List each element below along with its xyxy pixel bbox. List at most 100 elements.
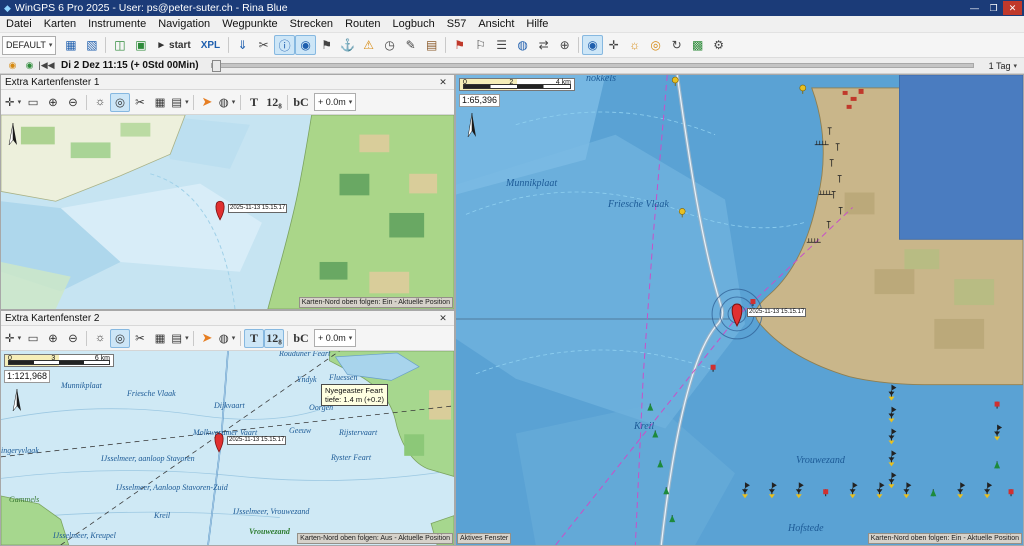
minimize-button[interactable]: — [965, 1, 984, 15]
layers-button[interactable]: ▤▾ [170, 329, 190, 348]
active-window-badge: Aktives Fenster [457, 533, 511, 544]
bulb-button[interactable]: ☼ [90, 93, 110, 112]
scale-ratio: 1:65,396 [459, 94, 500, 107]
north-up-button[interactable]: ➤ [197, 329, 217, 348]
globe-button[interactable]: ◍▾ [217, 329, 237, 348]
panel1-title: Extra Kartenfenster 1 [5, 77, 100, 88]
rotate-chart[interactable]: ↻ [666, 35, 687, 55]
menu-item[interactable]: Strecken [284, 16, 339, 32]
close-icon[interactable]: ✕ [436, 313, 450, 324]
sim-clock[interactable]: ◉ [4, 59, 21, 72]
route-button[interactable]: ✂ [130, 93, 150, 112]
profile-label: DEFAULT [6, 40, 46, 50]
warning-areas[interactable]: ⚠ [358, 35, 379, 55]
text-labels-toggle[interactable]: T [244, 329, 264, 348]
grib-layer[interactable]: ▩ [687, 35, 708, 55]
time-bar: ◉◉|◀◀ Di 2 Dez 11:15 (+ 0Std 00Min) 1 Ta… [0, 58, 1024, 74]
window-titlebar[interactable]: ◆ WinGPS 6 Pro 2025 - User: ps@peter-sut… [0, 0, 1024, 16]
chart-overview[interactable]: ▧ [81, 35, 102, 55]
close-icon[interactable]: ✕ [436, 77, 450, 88]
menu-item[interactable]: Instrumente [82, 16, 152, 32]
zoom-out-button[interactable]: ⊖ [63, 329, 83, 348]
menu-item[interactable]: Navigation [152, 16, 216, 32]
window-title: WinGPS 6 Pro 2025 - User: ps@peter-suter… [15, 2, 288, 14]
bulb-button[interactable]: ☼ [90, 329, 110, 348]
follow-ship[interactable]: ◉ [295, 35, 316, 55]
time-range-dropdown[interactable]: 1 Tag ▾ [986, 61, 1020, 71]
close-button[interactable]: ✕ [1003, 1, 1022, 15]
follow-gps-button[interactable]: ◎ [110, 329, 130, 348]
follow-gps-button[interactable]: ◎ [110, 93, 130, 112]
document-list[interactable]: ☰ [491, 35, 512, 55]
water-level-dropdown[interactable]: + 0.0m ▾ [314, 329, 356, 347]
main-chart-window[interactable]: nokkels Munnikplaat Friesche Vlaak Kreil… [455, 74, 1024, 546]
info-cursor[interactable]: ⓘ [274, 35, 295, 55]
panel1-chart-canvas[interactable]: 2025-11-13 15.15.17 Karten-Nord oben fol… [1, 115, 454, 309]
menu-item[interactable]: Hilfe [520, 16, 554, 32]
depth-numbers-toggle[interactable]: 12₈ [264, 329, 284, 348]
time-slider[interactable] [211, 63, 974, 68]
day-night[interactable]: ☼ [624, 35, 645, 55]
swap-view[interactable]: ⇄ [533, 35, 554, 55]
zoom-area-button[interactable]: ▭ [23, 329, 43, 348]
waypoint-flag[interactable]: ⚑ [316, 35, 337, 55]
pan-tool[interactable]: ✛ [603, 35, 624, 55]
menu-item[interactable]: Logbuch [387, 16, 441, 32]
layers-button[interactable]: ▤▾ [170, 93, 190, 112]
zoom-area-button[interactable]: ▭ [23, 93, 43, 112]
chart-collection[interactable]: ▦ [60, 35, 81, 55]
menu-item[interactable]: S57 [441, 16, 473, 32]
panel2-titlebar[interactable]: Extra Kartenfenster 2 ✕ [1, 311, 454, 326]
notes-pencil[interactable]: ✎ [400, 35, 421, 55]
grid-button[interactable]: ▦ [150, 329, 170, 348]
gps-target[interactable]: ◎ [645, 35, 666, 55]
gps-clock[interactable]: ◉ [21, 59, 38, 72]
zoom-out-button[interactable]: ⊖ [63, 93, 83, 112]
depth-numbers-toggle[interactable]: 12₈ [264, 93, 284, 112]
download-charts[interactable]: ⇓ [232, 35, 253, 55]
main-toolbar: DEFAULT ▾ ▦▧◫▣► startXPL⇓✂ⓘ◉⚑⚓⚠◷✎▤⚑⚐☰◍⇄⊕… [0, 33, 1024, 58]
boat-position-label: 2025-11-13 15.15.17 [228, 204, 287, 213]
water-level-dropdown[interactable]: + 0.0m ▾ [314, 93, 356, 111]
menu-item[interactable]: Ansicht [472, 16, 520, 32]
chevron-down-icon: ▾ [1013, 62, 1017, 70]
flag-red[interactable]: ⚑ [449, 35, 470, 55]
bc-toggle[interactable]: bC [291, 93, 311, 112]
new-map-window[interactable]: ◫ [109, 35, 130, 55]
start-button[interactable]: ► start [151, 35, 195, 55]
pan-button[interactable]: ✛▾ [3, 93, 23, 112]
settings[interactable]: ⚙ [708, 35, 729, 55]
route-scissors[interactable]: ✂ [253, 35, 274, 55]
tide-clock[interactable]: ◷ [379, 35, 400, 55]
panel1-titlebar[interactable]: Extra Kartenfenster 1 ✕ [1, 75, 454, 90]
center-ship[interactable]: ◉ [582, 35, 603, 55]
time-slider-thumb[interactable] [212, 60, 221, 72]
zoom-search[interactable]: ⊕ [554, 35, 575, 55]
zoom-in-button[interactable]: ⊕ [43, 93, 63, 112]
logbook[interactable]: ▤ [421, 35, 442, 55]
chevron-down-icon: ▾ [349, 98, 353, 106]
globe-view[interactable]: ◍ [512, 35, 533, 55]
globe-button[interactable]: ◍▾ [217, 93, 237, 112]
text-labels-toggle[interactable]: T [244, 93, 264, 112]
grid-button[interactable]: ▦ [150, 93, 170, 112]
panel2-chart-canvas[interactable]: Rouduner Feart Yndyk Fluessen Munnikplaa… [1, 351, 454, 545]
maximize-button[interactable]: ❐ [984, 1, 1003, 15]
tile-windows[interactable]: ▣ [130, 35, 151, 55]
anchor-watch[interactable]: ⚓ [337, 35, 358, 55]
profile-dropdown[interactable]: DEFAULT ▾ [2, 36, 56, 55]
xpl-button[interactable]: XPL [196, 35, 225, 55]
pan-button[interactable]: ✛▾ [3, 329, 23, 348]
skip-to-start[interactable]: |◀◀ [38, 59, 55, 72]
separator [240, 95, 241, 110]
bc-toggle[interactable]: bC [291, 329, 311, 348]
route-button[interactable]: ✂ [130, 329, 150, 348]
menu-item[interactable]: Karten [38, 16, 82, 32]
menu-item[interactable]: Routen [339, 16, 386, 32]
menu-item[interactable]: Wegpunkte [216, 16, 283, 32]
current-datetime: Di 2 Dez 11:15 (+ 0Std 00Min) [61, 60, 199, 71]
flag-white[interactable]: ⚐ [470, 35, 491, 55]
zoom-in-button[interactable]: ⊕ [43, 329, 63, 348]
menu-item[interactable]: Datei [0, 16, 38, 32]
north-up-button[interactable]: ➤ [197, 93, 217, 112]
